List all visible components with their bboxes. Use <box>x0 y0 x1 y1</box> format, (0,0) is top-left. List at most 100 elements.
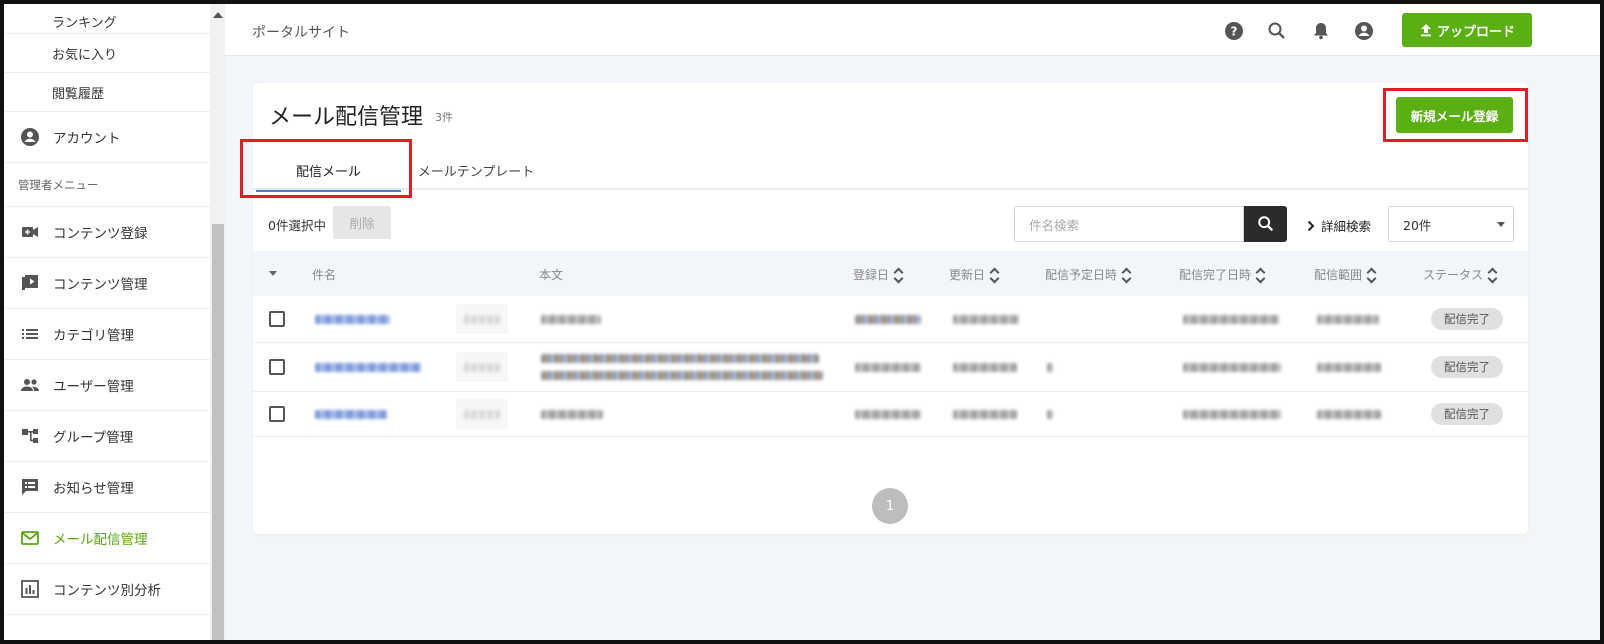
row-checkbox[interactable] <box>269 359 285 375</box>
column-status[interactable]: ステータス <box>1423 266 1498 284</box>
completed-datetime-redacted <box>1183 315 1279 324</box>
delete-button[interactable]: 削除 <box>333 206 391 239</box>
delivery-scope-redacted <box>1317 363 1381 372</box>
completed-datetime-redacted <box>1183 363 1281 372</box>
sidebar-item-group-manage[interactable]: グループ管理 <box>4 411 210 462</box>
updated-date-redacted <box>953 410 1017 419</box>
completed-datetime-redacted <box>1183 410 1281 419</box>
column-body: 本文 <box>539 266 563 283</box>
announcement-icon <box>20 477 40 497</box>
per-page-value: 20件 <box>1403 217 1432 233</box>
search-icon[interactable] <box>1266 20 1288 42</box>
sidebar-item-account[interactable]: アカウント <box>4 112 210 163</box>
row-checkbox[interactable] <box>269 406 285 422</box>
mail-icon <box>20 528 40 548</box>
column-label: 更新日 <box>949 268 986 282</box>
thumbnail-redacted <box>456 399 508 429</box>
column-label: 本文 <box>539 268 564 282</box>
sidebar-item-label: コンテンツ登録 <box>53 226 148 242</box>
chevron-right-icon <box>1307 220 1315 231</box>
svg-text:?: ? <box>1231 25 1238 39</box>
sidebar-item-content-register[interactable]: コンテンツ登録 <box>4 207 210 258</box>
sort-icon[interactable] <box>1255 267 1266 284</box>
pagination-page-1[interactable]: 1 <box>872 488 908 524</box>
table-row[interactable]: 配信完了 <box>253 343 1528 392</box>
site-name[interactable]: ポータルサイト <box>252 22 350 42</box>
advanced-search-label: 詳細検索 <box>1321 219 1372 234</box>
upload-button[interactable]: アップロード <box>1402 13 1532 47</box>
sidebar-item-news-manage[interactable]: お知らせ管理 <box>4 462 210 513</box>
registered-date-redacted <box>855 315 921 324</box>
highlight-box-tab <box>240 139 412 198</box>
sidebar-item-mail-manage[interactable]: メール配信管理 <box>4 513 210 564</box>
help-icon[interactable]: ? <box>1223 20 1245 42</box>
sort-icon[interactable] <box>1121 267 1132 284</box>
registered-date-redacted <box>855 410 921 419</box>
sidebar-item-category-manage[interactable]: カテゴリ管理 <box>4 309 210 360</box>
item-count: 3件 <box>435 111 453 124</box>
sidebar-item-label: お気に入り <box>52 47 118 63</box>
top-header: ポータルサイト ? アップロード <box>225 4 1600 56</box>
subject-link-redacted[interactable] <box>315 410 387 419</box>
sort-icon[interactable] <box>1487 267 1498 284</box>
scroll-up-arrow-icon[interactable] <box>213 12 223 18</box>
row-checkbox[interactable] <box>269 311 285 327</box>
sidebar-menu: ランキング お気に入り 閲覧履歴 アカウント 管理者メニュー コンテンツ登録 コ… <box>4 4 210 615</box>
column-label: 登録日 <box>853 268 890 282</box>
user-avatar-icon[interactable] <box>1353 20 1375 42</box>
sort-icon[interactable] <box>989 267 1000 284</box>
mail-management-card: メール配信管理 3件 新規メール登録 配信メール メールテンプレート 0件選択中… <box>240 83 1528 534</box>
sidebar-item-label: アカウント <box>53 131 121 147</box>
delivery-scope-redacted <box>1317 315 1379 324</box>
advanced-search-toggle[interactable]: 詳細検索 <box>1307 216 1371 235</box>
table-row[interactable]: 配信完了 <box>253 392 1528 437</box>
subject-search-input[interactable]: 件名検索 <box>1014 206 1244 242</box>
column-label: 配信範囲 <box>1314 268 1363 282</box>
video-add-icon <box>20 222 40 242</box>
scheduled-datetime-redacted <box>1047 363 1053 372</box>
select-all-caret-icon[interactable] <box>269 271 277 276</box>
column-registered-date[interactable]: 登録日 <box>853 266 904 284</box>
selected-count: 0件選択中 <box>268 218 326 233</box>
status-badge: 配信完了 <box>1431 308 1503 330</box>
tab-mail-template[interactable]: メールテンプレート <box>401 151 551 190</box>
delivery-scope-redacted <box>1317 410 1381 419</box>
upload-label: アップロード <box>1436 24 1515 40</box>
sidebar-section-admin: 管理者メニュー <box>4 163 210 207</box>
tree-icon <box>20 426 40 446</box>
column-scheduled-datetime[interactable]: 配信予定日時 <box>1045 266 1132 284</box>
sidebar-item-favorites[interactable]: お気に入り <box>4 34 210 73</box>
sidebar-scrollbar-thumb[interactable] <box>212 224 224 640</box>
new-mail-button[interactable]: 新規メール登録 <box>1396 97 1513 133</box>
sidebar-item-user-manage[interactable]: ユーザー管理 <box>4 360 210 411</box>
scheduled-datetime-redacted <box>1047 410 1053 419</box>
body-text-redacted <box>541 371 823 380</box>
table-toolbar: 0件選択中 削除 件名検索 詳細検索 20件 <box>253 203 1528 243</box>
table-row[interactable]: 配信完了 <box>253 296 1528 343</box>
column-label: 配信完了日時 <box>1179 268 1252 282</box>
column-label: ステータス <box>1423 268 1484 282</box>
per-page-select[interactable]: 20件 <box>1388 206 1514 242</box>
column-delivery-scope[interactable]: 配信範囲 <box>1314 266 1377 284</box>
body-text-redacted <box>541 354 819 363</box>
sidebar-item-history[interactable]: 閲覧履歴 <box>4 73 210 112</box>
sort-icon[interactable] <box>1366 267 1377 284</box>
sidebar-item-content-manage[interactable]: コンテンツ管理 <box>4 258 210 309</box>
bell-icon[interactable] <box>1310 20 1332 42</box>
column-label: 件名 <box>312 268 337 282</box>
sort-icon[interactable] <box>893 267 904 284</box>
sidebar-item-label: カテゴリ管理 <box>53 328 134 344</box>
sidebar-item-ranking[interactable]: ランキング <box>4 4 210 34</box>
column-completed-datetime[interactable]: 配信完了日時 <box>1179 266 1266 284</box>
sidebar-item-content-analytics[interactable]: コンテンツ別分析 <box>4 564 210 615</box>
column-updated-date[interactable]: 更新日 <box>949 266 1000 284</box>
subject-link-redacted[interactable] <box>315 315 390 324</box>
status-badge: 配信完了 <box>1431 356 1503 378</box>
status-badge: 配信完了 <box>1431 403 1503 425</box>
registered-date-redacted <box>855 363 921 372</box>
body-text-redacted <box>541 410 603 419</box>
sidebar: ランキング お気に入り 閲覧履歴 アカウント 管理者メニュー コンテンツ登録 コ… <box>4 4 225 640</box>
sidebar-item-label: グループ管理 <box>53 430 134 446</box>
search-button[interactable] <box>1244 206 1287 242</box>
subject-link-redacted[interactable] <box>315 363 421 372</box>
